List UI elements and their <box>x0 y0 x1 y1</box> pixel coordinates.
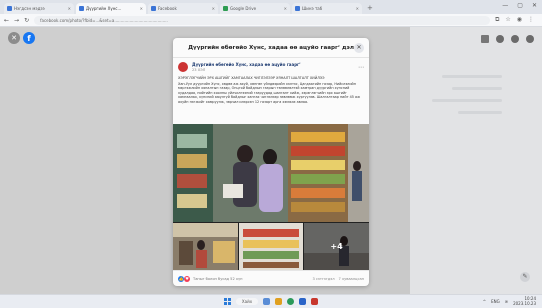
taskbar-search[interactable]: Хайх <box>235 298 259 305</box>
url-input[interactable]: facebook.com/photo/?fbid=...&set=a......… <box>34 15 491 25</box>
shop-shelf-photo <box>239 223 303 270</box>
clock[interactable]: 10:24 2023.10.23 <box>513 296 536 306</box>
minimize-icon[interactable]: — <box>502 2 508 9</box>
tab-favicon-icon <box>295 6 300 11</box>
menu-grid-icon[interactable] <box>481 35 489 43</box>
facebook-logo-icon[interactable]: f <box>23 32 35 44</box>
tab-label: Google Drive <box>230 6 257 11</box>
address-bar: ← → ↻ facebook.com/photo/?fbid=...&set=a… <box>0 14 542 27</box>
folder-icon[interactable] <box>275 298 283 305</box>
menu-dots-icon[interactable]: ⋮ <box>528 16 534 24</box>
taskbar-center: Хайх <box>223 298 319 305</box>
browser-toolbar-icons: ⧉ ☆ ◉ ⋮ <box>495 16 534 24</box>
new-message-icon[interactable]: ✎ <box>520 272 530 282</box>
backdrop-right <box>410 27 542 294</box>
reaction-bar: 👍 ♥ Таныг болон бусад 52 хүн 3 сэтгэгдэл… <box>173 270 369 286</box>
forward-arrow-icon[interactable]: → <box>14 17 19 24</box>
account-avatar-icon[interactable] <box>526 35 534 43</box>
comment-count[interactable]: 3 сэтгэгдэл <box>313 277 335 281</box>
tab-close-icon[interactable]: ✕ <box>356 6 359 11</box>
tab-label: Шинэ таб <box>302 6 323 11</box>
tab-label: Нэгдсэн мэдээ <box>14 6 45 11</box>
browser-tab-bar: Нэгдсэн мэдээ ✕ Дүүргийн Хүнс... ✕ Faceboo… <box>0 0 542 14</box>
share-count[interactable]: 7 хуваалцсан <box>339 277 364 281</box>
notifications-icon[interactable] <box>511 35 519 43</box>
browser-tab-active[interactable]: Дүүргийн Хүнс... ✕ <box>76 3 146 14</box>
language-indicator[interactable]: ENG <box>491 299 500 304</box>
facebook-header-icons <box>481 35 534 43</box>
sidebar-placeholder-line <box>432 99 502 102</box>
close-viewer-icon[interactable]: ✕ <box>8 32 20 44</box>
tab-favicon-icon <box>7 6 12 11</box>
tab-favicon-icon <box>223 6 228 11</box>
close-modal-icon[interactable]: ✕ <box>354 43 364 53</box>
browser-tab[interactable]: Google Drive ✕ <box>220 3 290 14</box>
heart-icon[interactable]: ♥ <box>184 275 190 282</box>
tab-favicon-icon <box>79 6 84 11</box>
chrome-icon[interactable] <box>287 298 295 305</box>
bookmark-star-icon[interactable]: ☆ <box>505 16 510 24</box>
modal-title: Дүүргийн өбөгөйо Хүнс, хадаа өө ацуйо га… <box>188 44 354 51</box>
chevron-up-icon[interactable]: ^ <box>483 299 486 304</box>
reaction-summary[interactable]: Таныг болон бусад 52 хүн <box>193 277 242 281</box>
tab-close-icon[interactable]: ✕ <box>68 6 71 11</box>
tab-close-icon[interactable]: ✕ <box>284 6 287 11</box>
plus-icon[interactable]: + <box>367 3 373 14</box>
store-shelves-photo <box>173 124 369 222</box>
messenger-icon[interactable] <box>496 35 504 43</box>
photo-grid: +4 <box>173 124 369 270</box>
back-arrow-icon[interactable]: ← <box>4 17 9 24</box>
shop-interior-photo <box>173 223 238 270</box>
post-stats: 3 сэтгэгдэл 7 хуваалцсан <box>313 277 364 281</box>
extensions-icon[interactable]: ⧉ <box>495 16 499 24</box>
tab-close-icon[interactable]: ✕ <box>140 6 143 11</box>
sidebar-placeholder-line <box>458 111 502 114</box>
backdrop-left <box>0 27 120 294</box>
post-date[interactable]: 23 ХЭЛ <box>192 68 358 72</box>
author-info: Дүүргийн өбөгөйо Хүнс, хадаа өө ацуйо га… <box>192 62 358 72</box>
wifi-icon[interactable]: ≋ <box>505 299 508 304</box>
post-modal: Дүүргийн өбөгөйо Хүнс, хадаа өө ацуйо га… <box>173 38 369 286</box>
file-explorer-icon[interactable] <box>263 298 271 305</box>
maximize-icon[interactable]: ▢ <box>517 2 523 9</box>
page-avatar[interactable] <box>178 62 188 72</box>
post-paragraph: Хан-Уул дүүргийн Хүнс, хөдөө аж ахуй, хө… <box>178 81 361 104</box>
sidebar-placeholder-line <box>442 75 502 78</box>
post-paragraph: ХЭРЭГЛЭГЧИЙН ЭРХ АШГИЙГ ХАМГААЛАХ ЧИГЛЭЛ… <box>178 76 325 80</box>
more-photos-count[interactable]: +4 <box>304 223 369 270</box>
system-tray: ^ ENG ≋ 10:24 2023.10.23 <box>483 296 536 306</box>
post-text: ХЭРЭГЛЭГЧИЙН ЭРХ АШГИЙГ ХАМГААЛАХ ЧИГЛЭЛ… <box>173 74 369 109</box>
taskbar: Хайх ^ ENG ≋ 10:24 2023.10.23 <box>0 294 542 308</box>
reload-icon[interactable]: ↻ <box>24 17 29 24</box>
author-name[interactable]: Дүүргийн өбөгөйо Хүнс, хадаа өө ацуйо га… <box>192 62 358 67</box>
browser-tab[interactable]: Facebook ✕ <box>148 3 218 14</box>
close-window-icon[interactable]: ✕ <box>532 2 537 9</box>
app-icon[interactable] <box>311 298 319 305</box>
browser-tab[interactable]: Шинэ таб ✕ <box>292 3 362 14</box>
post-photo-main[interactable] <box>173 124 369 222</box>
modal-header: Дүүргийн өбөгөйо Хүнс, хадаа өө ацуйо га… <box>173 38 369 58</box>
tab-close-icon[interactable]: ✕ <box>212 6 215 11</box>
window-controls: — ▢ ✕ <box>502 2 537 9</box>
sidebar-placeholder-line <box>452 87 502 90</box>
post-photo-thumb[interactable] <box>173 223 238 270</box>
profile-icon[interactable]: ◉ <box>517 16 522 24</box>
post-photo-thumb[interactable] <box>239 223 303 270</box>
edge-icon[interactable] <box>299 298 307 305</box>
clock-date: 2023.10.23 <box>513 300 536 306</box>
post-photo-thumb-more[interactable]: +4 <box>304 223 369 270</box>
tab-favicon-icon <box>151 6 156 11</box>
tab-label: Facebook <box>158 6 177 11</box>
more-options-icon[interactable]: ⋯ <box>358 64 364 71</box>
tab-label: Дүүргийн Хүнс... <box>86 6 122 11</box>
post-author-row: Дүүргийн өбөгөйо Хүнс, хадаа өө ацуйо га… <box>173 58 369 74</box>
windows-start-icon[interactable] <box>223 298 231 305</box>
browser-tab[interactable]: Нэгдсэн мэдээ ✕ <box>4 3 74 14</box>
